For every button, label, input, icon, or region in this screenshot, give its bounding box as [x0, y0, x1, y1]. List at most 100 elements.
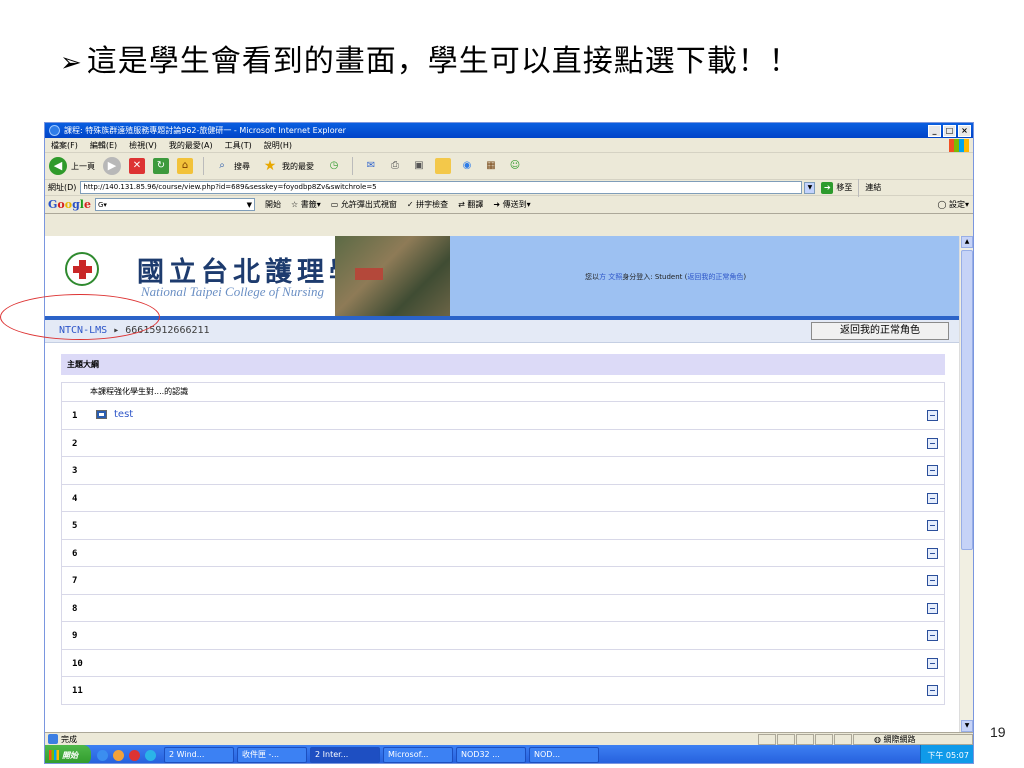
start-button[interactable]: 開始 — [45, 745, 91, 763]
topic-row-3: 3 — [61, 457, 945, 485]
topic-number: 3 — [72, 466, 78, 476]
status-cells: ◍ 網際網路 — [757, 733, 973, 745]
collapse-topic-icon[interactable] — [927, 575, 938, 586]
course-intro: 本課程強化學生對....的認識 — [61, 382, 945, 402]
maximize-button[interactable]: □ — [943, 124, 956, 137]
google-settings-button[interactable]: ◯ 設定▾ — [937, 199, 969, 210]
collapse-topic-icon[interactable] — [927, 492, 938, 504]
task-inbox[interactable]: 收件匣 -... — [237, 747, 307, 763]
folder-icon[interactable] — [435, 158, 451, 174]
task-internet[interactable]: 2 Inter... — [310, 747, 380, 763]
topic-number: 6 — [72, 548, 78, 559]
window-titlebar[interactable]: 課程: 特殊族群遠殖服務專題討論962-旅健研一 - Microsoft Int… — [45, 123, 973, 138]
go-arrow-icon[interactable]: ➔ — [821, 181, 834, 194]
collapse-topic-icon[interactable] — [927, 685, 938, 696]
translate-button[interactable]: ⇄ 翻譯 — [458, 199, 483, 210]
collapse-topic-icon[interactable] — [927, 602, 938, 614]
vertical-scrollbar[interactable]: ▲ ▼ — [959, 236, 973, 732]
collapse-topic-icon[interactable] — [927, 465, 938, 476]
favorites-button-label[interactable]: 我的最愛 — [282, 161, 314, 172]
history-icon[interactable]: ◷ — [326, 158, 342, 174]
topic-number: 11 — [72, 686, 83, 696]
menu-edit[interactable]: 編輯(E) — [90, 140, 117, 151]
menu-view[interactable]: 檢視(V) — [129, 140, 157, 151]
people-icon[interactable]: ☺ — [507, 158, 523, 174]
back-arrow-icon[interactable]: ◀ — [49, 157, 67, 175]
stop-icon[interactable]: ✕ — [129, 158, 145, 174]
address-dropdown-icon[interactable]: ▼ — [804, 181, 816, 194]
settings-circle-icon: ◯ — [937, 200, 947, 209]
links-button[interactable]: 連結 — [865, 182, 881, 193]
popup-blocker-button[interactable]: ▭ 允許彈出式視窗 — [331, 199, 397, 210]
spellcheck-button[interactable]: ✓ 拼字檢查 — [407, 199, 448, 210]
quick-launch — [97, 749, 161, 761]
page-done-icon — [48, 734, 58, 744]
search-icon[interactable]: ⌕ — [214, 158, 230, 174]
home-icon[interactable]: ⌂ — [177, 158, 193, 174]
task-microsoft[interactable]: Microsof... — [383, 747, 453, 763]
collapse-topic-icon[interactable] — [927, 410, 938, 421]
collapse-topic-icon[interactable] — [927, 520, 938, 531]
collapse-topic-icon[interactable] — [927, 437, 938, 449]
taskbar: 開始 2 Wind... 收件匣 -... 2 Inter... Microso… — [45, 745, 973, 763]
menu-tools[interactable]: 工具(T) — [225, 140, 252, 151]
return-role-link[interactable]: 返回我的正常角色 — [687, 273, 743, 281]
scroll-up-icon[interactable]: ▲ — [961, 236, 973, 248]
collapse-topic-icon[interactable] — [927, 547, 938, 559]
standard-toolbar: ◀ 上一頁 ▶ ✕ ↻ ⌂ ⌕ 搜尋 ★ 我的最愛 ◷ ✉ ⎙ ▣ ◉ ▦ ☺ — [45, 153, 973, 180]
task-windows[interactable]: 2 Wind... — [164, 747, 234, 763]
user-link[interactable]: 方 文照 — [599, 273, 622, 281]
quick-launch-app-icon[interactable] — [129, 749, 140, 761]
menu-help[interactable]: 說明(H) — [264, 140, 292, 151]
address-bar: 網址(D) http://140.131.85.96/course/view.p… — [45, 178, 973, 197]
forward-arrow-icon[interactable]: ▶ — [103, 157, 121, 175]
address-url: http://140.131.85.96/course/view.php?id=… — [83, 183, 377, 191]
menu-file[interactable]: 檔案(F) — [51, 140, 78, 151]
site-header: 國立台北護理學院 National Taipei College of Nurs… — [45, 236, 959, 316]
sendto-button[interactable]: ➜ 傳送到▾ — [493, 199, 530, 210]
google-search-dropdown-icon[interactable]: ▼ — [247, 201, 252, 209]
collapse-topic-icon[interactable] — [927, 657, 938, 669]
favorites-star-icon[interactable]: ★ — [262, 158, 278, 174]
print-icon[interactable]: ⎙ — [387, 158, 403, 174]
return-role-button[interactable]: 返回我的正常角色 — [811, 322, 949, 340]
minimize-button[interactable]: _ — [928, 124, 941, 137]
quick-launch-ie-icon[interactable] — [97, 749, 108, 761]
google-bookmarks-button[interactable]: ☆ 書籤▾ — [291, 199, 321, 210]
close-button[interactable]: × — [958, 124, 971, 137]
topic-number: 8 — [72, 603, 78, 614]
search-button-label[interactable]: 搜尋 — [234, 161, 250, 172]
refresh-icon[interactable]: ↻ — [153, 158, 169, 174]
menu-favorites[interactable]: 我的最愛(A) — [169, 140, 213, 151]
google-search-input[interactable]: G▾ ▼ — [94, 198, 255, 211]
task-nod[interactable]: NOD... — [529, 747, 599, 763]
resource-file-icon[interactable] — [96, 410, 107, 419]
research-icon[interactable]: ▦ — [483, 158, 499, 174]
quick-launch-media-icon[interactable] — [113, 749, 124, 761]
system-tray: 下午 05:07 — [920, 745, 973, 763]
collapse-topic-icon[interactable] — [927, 630, 938, 641]
school-name-en: National Taipei College of Nursing — [141, 284, 324, 299]
topic-number: 4 — [72, 493, 78, 504]
scrollbar-thumb[interactable] — [961, 250, 973, 550]
back-button-label[interactable]: 上一頁 — [71, 161, 95, 172]
topic-row-10: 10 — [61, 649, 945, 677]
resource-link-test[interactable]: test — [114, 409, 133, 420]
slide-title: ➢ 這是學生會看到的畫面，學生可以直接點選下載！！ — [60, 36, 800, 80]
tray-clock[interactable]: 下午 05:07 — [927, 750, 969, 761]
mail-icon[interactable]: ✉ — [363, 158, 379, 174]
ie-icon — [49, 125, 60, 136]
go-button[interactable]: 移至 — [836, 182, 852, 193]
quick-launch-desktop-icon[interactable] — [145, 749, 156, 761]
task-nod32[interactable]: NOD32 ... — [456, 747, 526, 763]
campus-photo — [335, 236, 450, 316]
google-start-button[interactable]: 開始 — [265, 199, 281, 210]
highlight-annotation-ellipse — [0, 294, 160, 340]
scroll-down-icon[interactable]: ▼ — [961, 720, 973, 732]
messenger-icon[interactable]: ◉ — [459, 158, 475, 174]
edit-icon[interactable]: ▣ — [411, 158, 427, 174]
topic-row-4: 4 — [61, 484, 945, 512]
address-label: 網址(D) — [48, 183, 77, 192]
address-input[interactable]: http://140.131.85.96/course/view.php?id=… — [80, 181, 803, 194]
globe-icon: ◍ — [874, 734, 881, 744]
